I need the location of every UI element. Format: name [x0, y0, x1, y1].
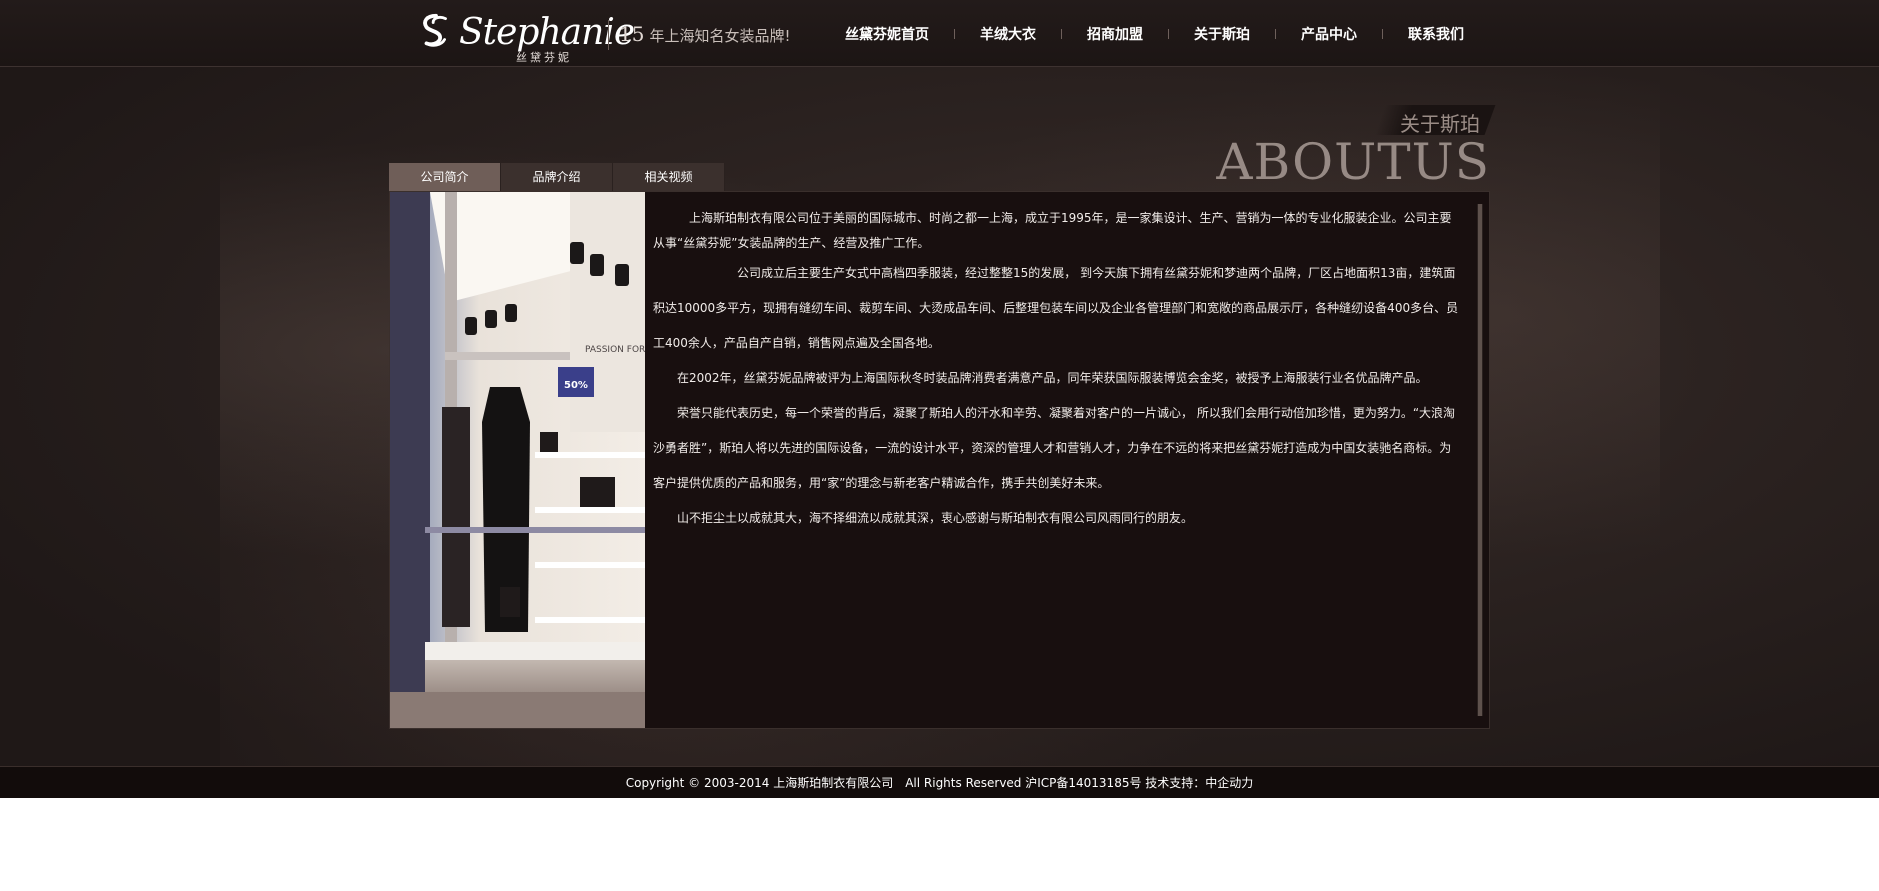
- main-nav: 丝黛芬妮首页 羊绒大衣 招商加盟 关于斯珀 产品中心 联系我们: [820, 24, 1489, 44]
- tagline-years: 15: [619, 22, 645, 46]
- stephanie-logo[interactable]: Stephanie 丝黛芬妮: [417, 10, 635, 66]
- company-intro-text: 上海斯珀制衣有限公司位于美丽的国际城市、时尚之都一上海，成立于1995年，是一家…: [653, 206, 1461, 716]
- tab-company-intro[interactable]: 公司简介: [389, 163, 501, 191]
- tab-related-videos[interactable]: 相关视频: [613, 163, 725, 191]
- tab-brand-intro[interactable]: 品牌介绍: [501, 163, 613, 191]
- about-title-english: ABOUTUS: [1216, 133, 1490, 191]
- tagline-divider: [608, 20, 609, 50]
- intro-paragraph: 荣誉只能代表历史，每一个荣誉的背后，凝聚了斯珀人的汗水和辛劳、凝聚着对客户的一片…: [653, 406, 1456, 490]
- sale-tag-text: 50%: [564, 380, 588, 391]
- intro-paragraph: 山不拒尘土以成就其大，海不择细流以成就其深，衷心感谢与斯珀制衣有限公司风雨同行的…: [653, 511, 1194, 525]
- nav-contact[interactable]: 联系我们: [1383, 24, 1489, 44]
- copyright-text: Copyright © 2003-2014 上海斯珀制衣有限公司 All Rig…: [625, 776, 1254, 790]
- about-tabs: 公司简介 品牌介绍 相关视频: [389, 163, 725, 191]
- store-interior-photo: PASSION FOR 50%: [390, 192, 645, 728]
- nav-products[interactable]: 产品中心: [1276, 24, 1382, 44]
- nav-cashmere-coats[interactable]: 羊绒大衣: [955, 24, 1061, 44]
- content-scrollbar[interactable]: [1477, 204, 1483, 716]
- content-panel: PASSION FOR 50% 上海斯珀制衣有限公司位于美丽的国际城市、时尚之都…: [389, 191, 1490, 729]
- nav-home[interactable]: 丝黛芬妮首页: [820, 24, 954, 44]
- brand-tagline: 15 年上海知名女装品牌!: [619, 22, 791, 46]
- site-header: Stephanie 丝黛芬妮 15 年上海知名女装品牌! 丝黛芬妮首页 羊绒大衣…: [0, 0, 1879, 67]
- logo-chinese-name: 丝黛芬妮: [516, 51, 572, 64]
- passion-sign-text: PASSION FOR: [585, 345, 645, 355]
- logo-s-mark-icon: [423, 13, 447, 47]
- intro-paragraph: 在2002年，丝黛芬妮品牌被评为上海国际秋冬时装品牌消费者满意产品，同年荣获国际…: [653, 371, 1428, 385]
- nav-about[interactable]: 关于斯珀: [1169, 24, 1275, 44]
- store-photo-illustration: PASSION FOR 50%: [390, 192, 645, 728]
- intro-paragraph: 上海斯珀制衣有限公司位于美丽的国际城市、时尚之都一上海，成立于1995年，是一家…: [653, 211, 1452, 250]
- intro-paragraph: 公司成立后主要生产女式中高档四季服装，经过整整15的发展， 到今天旗下拥有丝黛芬…: [653, 266, 1459, 350]
- about-us-heading: 关于斯珀 ABOUTUS: [1216, 105, 1496, 191]
- nav-franchise[interactable]: 招商加盟: [1062, 24, 1168, 44]
- scrollbar-thumb[interactable]: [1478, 204, 1482, 716]
- tagline-text: 年上海知名女装品牌!: [649, 27, 791, 45]
- site-footer: Copyright © 2003-2014 上海斯珀制衣有限公司 All Rig…: [0, 766, 1879, 798]
